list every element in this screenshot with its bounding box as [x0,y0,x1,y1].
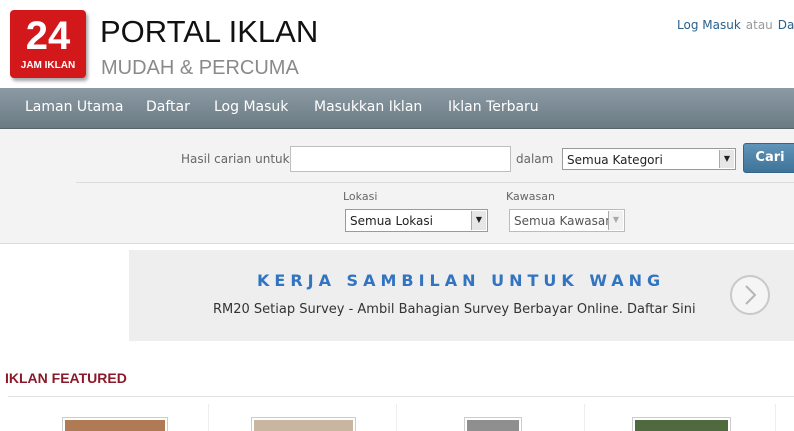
logo-subtitle: JAM IKLAN [20,60,76,71]
featured-item-thumb[interactable] [464,417,522,431]
featured-title: IKLAN FEATURED [5,370,127,386]
site-header: 24 JAM IKLAN PORTAL IKLAN MUDAH & PERCUM… [0,0,794,88]
chevron-right-icon[interactable] [730,275,770,315]
search-query-label: Hasil carian untuk [181,152,290,166]
register-link[interactable]: Daftar [778,18,794,32]
site-tagline: MUDAH & PERCUMA [101,57,299,79]
location-label: Lokasi [343,190,378,203]
product-photo [467,420,519,431]
product-photo [254,420,353,431]
location-select-value: Semua Lokasi [350,214,433,228]
auth-links: Log Masuk atau Daftar [677,18,794,32]
promo-banner[interactable]: KERJA SAMBILAN UNTUK WANG RM20 Setiap Su… [129,250,794,341]
nav-item-laman-utama[interactable]: Laman Utama [25,99,123,115]
search-button[interactable]: Cari [743,143,794,173]
product-photo [635,420,728,431]
banner-headline: KERJA SAMBILAN UNTUK WANG [257,271,666,290]
auth-separator: atau [745,18,773,32]
product-photo [65,420,165,431]
main-nav: Laman Utama Daftar Log Masuk Masukkan Ik… [0,88,794,129]
featured-item-thumb[interactable] [251,417,356,431]
login-link[interactable]: Log Masuk [677,18,741,32]
chevron-down-icon: ▼ [719,150,734,168]
location-select[interactable]: Semua Lokasi ▼ [345,209,488,232]
featured-divider [208,404,209,431]
featured-item-thumb[interactable] [62,417,168,431]
category-select[interactable]: Semua Kategori ▼ [562,148,736,170]
featured-item-thumb[interactable] [632,417,731,431]
site-title: PORTAL IKLAN [100,14,319,49]
site-logo[interactable]: 24 JAM IKLAN [10,10,86,78]
banner-subtext: RM20 Setiap Survey - Ambil Bahagian Surv… [213,302,696,317]
featured-divider [775,404,776,431]
area-select-value: Semua Kawasan [514,214,613,228]
nav-item-log-masuk[interactable]: Log Masuk [214,99,288,115]
featured-divider [584,404,585,431]
featured-divider [396,404,397,431]
chevron-down-icon: ▼ [471,211,486,230]
area-label: Kawasan [506,190,555,203]
search-in-label: dalam [516,152,554,166]
nav-item-masukkan-iklan[interactable]: Masukkan Iklan [314,99,422,115]
search-divider [76,182,794,183]
area-select[interactable]: Semua Kawasan ▼ [509,209,625,232]
search-input[interactable] [290,146,511,172]
logo-number: 24 [25,14,71,58]
category-select-value: Semua Kategori [567,153,663,167]
chevron-down-icon: ▼ [608,211,623,230]
nav-item-daftar[interactable]: Daftar [146,99,190,115]
nav-item-iklan-terbaru[interactable]: Iklan Terbaru [448,99,539,115]
